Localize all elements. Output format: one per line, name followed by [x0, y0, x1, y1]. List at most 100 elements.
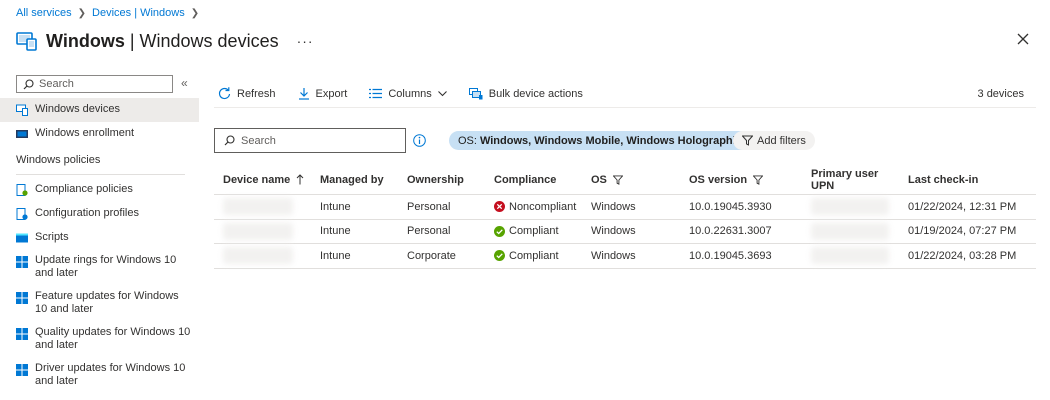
columns-icon	[369, 88, 383, 99]
os-cell: Windows	[591, 225, 636, 238]
compliance-status-label: Compliant	[509, 225, 559, 238]
add-filters-button[interactable]: Add filters	[733, 131, 815, 150]
more-options-button[interactable]: ···	[297, 33, 314, 49]
chevron-right-icon: ❯	[77, 7, 87, 19]
chevron-down-icon	[437, 90, 447, 96]
refresh-label: Refresh	[237, 87, 276, 100]
device-name-cell[interactable]	[214, 220, 311, 244]
sidebar-item-label: Windows enrollment	[35, 127, 135, 139]
download-icon	[298, 88, 309, 100]
sort-ascending-icon	[296, 174, 304, 185]
primary-user-upn-cell	[802, 195, 899, 219]
collapse-sidebar-button[interactable]: «	[181, 76, 188, 90]
columns-button[interactable]: Columns	[365, 82, 450, 106]
managed-by-cell: Intune	[320, 225, 351, 238]
sidebar-section-title: Windows policies	[16, 154, 101, 166]
compliance-policy-icon	[16, 184, 28, 196]
page-title: Windows | Windows devices	[46, 31, 279, 52]
sidebar-item-windows-devices[interactable]: Windows devices	[0, 98, 199, 122]
column-header-label: Managed by	[320, 173, 384, 186]
close-icon[interactable]	[1016, 32, 1030, 46]
sidebar-item-quality-updates[interactable]: Quality updates for Windows 10 and later	[0, 322, 199, 358]
page-title-rest: | Windows devices	[124, 30, 279, 51]
info-icon[interactable]	[413, 134, 426, 147]
table-row[interactable]: Intune Corporate Compliant Windows 10.0.…	[214, 244, 1036, 269]
compliance-cell: Compliant	[485, 220, 582, 244]
sidebar-item-label: Quality updates for Windows 10 and later	[35, 326, 191, 351]
table-row[interactable]: Intune Personal Compliant Windows 10.0.2…	[214, 220, 1036, 244]
bulk-device-actions-button[interactable]: Bulk device actions	[465, 82, 587, 106]
primary-user-upn-cell	[802, 244, 899, 268]
column-header-label: OS	[591, 173, 607, 186]
device-search-input[interactable]: Search	[214, 128, 406, 153]
refresh-button[interactable]: Refresh	[214, 82, 280, 106]
column-header-label: Primary user UPN	[811, 167, 879, 192]
last-check-in-cell: 01/19/2024, 07:27 PM	[908, 225, 1017, 238]
compliance-cell: Noncompliant	[485, 195, 582, 219]
sidebar-item-label: Update rings for Windows 10 and later	[35, 254, 177, 279]
scripts-icon	[16, 233, 28, 243]
sidebar-search-input[interactable]: Search	[16, 75, 173, 93]
devices-icon	[16, 104, 28, 116]
export-button[interactable]: Export	[294, 82, 352, 106]
table-row[interactable]: Intune Personal Noncompliant Windows 10.…	[214, 195, 1036, 220]
sidebar-item-feature-updates[interactable]: Feature updates for Windows 10 and later	[0, 286, 199, 322]
column-header-label: Ownership	[407, 173, 464, 186]
os-cell: Windows	[591, 200, 636, 213]
managed-by-cell: Intune	[320, 249, 351, 262]
sidebar-item-driver-updates[interactable]: Driver updates for Windows 10 and later	[0, 358, 199, 394]
breadcrumb-all-services[interactable]: All services	[16, 7, 72, 19]
column-header-last-check-in[interactable]: Last check-in	[899, 165, 1036, 194]
windows-devices-icon	[16, 32, 37, 51]
devices-table: Device name Managed by Ownership Complia…	[214, 165, 1036, 269]
sidebar-item-update-rings[interactable]: Update rings for Windows 10 and later	[0, 250, 199, 286]
os-cell: Windows	[591, 249, 636, 262]
compliance-status-label: Noncompliant	[509, 200, 577, 213]
bulk-actions-icon	[468, 87, 483, 99]
page-title-bold: Windows	[46, 30, 125, 51]
sidebar-item-configuration-profiles[interactable]: Configuration profiles	[0, 202, 199, 226]
column-header-device-name[interactable]: Device name	[214, 165, 311, 194]
sidebar-search-placeholder: Search	[39, 78, 74, 90]
sidebar-item-label: Windows devices	[35, 103, 120, 115]
column-header-managed-by[interactable]: Managed by	[311, 165, 398, 194]
column-header-os[interactable]: OS	[582, 165, 680, 194]
device-name-cell[interactable]	[214, 195, 311, 219]
column-header-compliance[interactable]: Compliance	[485, 165, 582, 194]
device-name-cell[interactable]	[214, 244, 311, 268]
os-version-cell: 10.0.19045.3930	[689, 200, 772, 213]
sidebar-item-windows-enrollment[interactable]: Windows enrollment	[0, 122, 199, 146]
error-icon	[494, 201, 505, 213]
sidebar-item-compliance-policies[interactable]: Compliance policies	[0, 178, 199, 202]
redacted-upn	[811, 247, 889, 265]
sidebar-item-scripts[interactable]: Scripts	[0, 226, 199, 250]
redacted-device-name	[223, 247, 293, 265]
sidebar-item-label: Configuration profiles	[35, 207, 139, 219]
redacted-upn	[811, 198, 889, 216]
column-header-os-version[interactable]: OS version	[680, 165, 802, 194]
filter-icon[interactable]	[612, 174, 623, 185]
os-filter-pill[interactable]: OS: Windows, Windows Mobile, Windows Hol…	[449, 131, 751, 150]
breadcrumb-devices-windows[interactable]: Devices | Windows	[92, 7, 185, 19]
column-header-label: Device name	[223, 173, 291, 186]
ownership-cell: Corporate	[407, 249, 456, 262]
column-header-ownership[interactable]: Ownership	[398, 165, 485, 194]
column-header-label: Compliance	[494, 173, 557, 186]
checkmark-icon	[494, 225, 505, 237]
os-filter-key: OS:	[458, 134, 477, 147]
filter-icon	[742, 135, 753, 146]
chevron-right-icon: ❯	[190, 7, 200, 19]
table-header: Device name Managed by Ownership Complia…	[214, 165, 1036, 195]
sidebar-item-label: Compliance policies	[35, 183, 133, 195]
sidebar-item-label: Feature updates for Windows 10 and later	[35, 290, 179, 315]
windows-logo-icon	[16, 292, 28, 304]
filter-icon[interactable]	[753, 174, 764, 185]
managed-by-cell: Intune	[320, 200, 351, 213]
column-header-primary-user-upn[interactable]: Primary user UPN	[802, 165, 899, 194]
refresh-icon	[218, 87, 231, 100]
windows-logo-icon	[16, 328, 28, 340]
search-icon	[224, 135, 235, 146]
export-label: Export	[315, 87, 348, 100]
redacted-upn	[811, 222, 889, 240]
enrollment-icon	[16, 130, 28, 138]
